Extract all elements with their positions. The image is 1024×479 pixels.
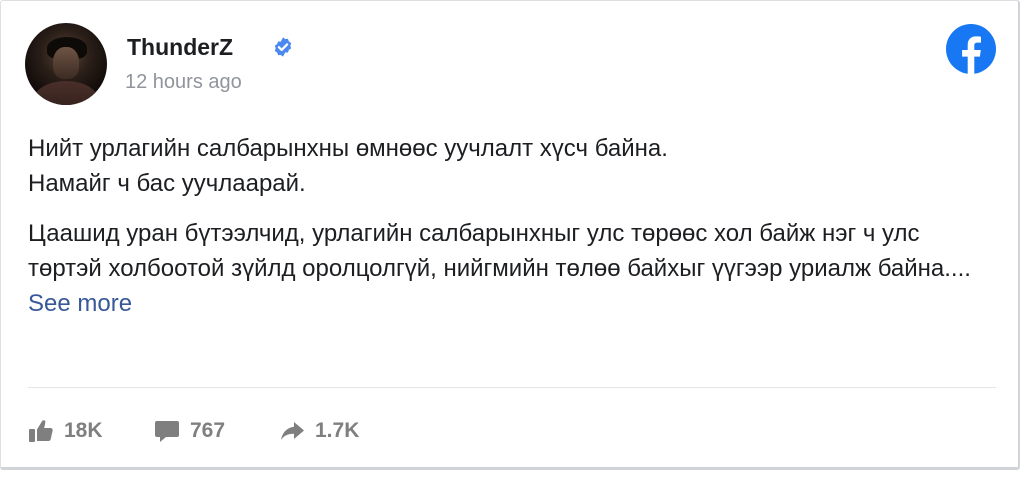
post-paragraph-1: Нийт урлагийн салбарынхны өмнөөс уучлалт…: [28, 131, 988, 201]
thumbs-up-icon: [29, 420, 53, 442]
likes-stat[interactable]: 18K: [28, 416, 103, 446]
post-line-1: Нийт урлагийн салбарынхны өмнөөс уучлалт…: [28, 135, 668, 162]
comments-stat[interactable]: 767: [154, 416, 225, 446]
avatar[interactable]: [25, 23, 107, 105]
comment-icon: [155, 421, 179, 442]
divider: [28, 387, 996, 388]
post-paragraph-2: Цаашид уран бүтээлчид, урлагийн салбарын…: [28, 216, 988, 321]
post-paragraph-2-text: Цаашид уран бүтээлчид, урлагийн салбарын…: [28, 220, 971, 282]
shares-count: 1.7K: [315, 419, 360, 442]
post-body: Нийт урлагийн салбарынхны өмнөөс уучлалт…: [28, 131, 988, 321]
facebook-logo-icon[interactable]: [946, 24, 996, 74]
post-card: ThunderZ 12 hours ago Нийт урлагийн салб…: [0, 0, 1020, 470]
post-line-2: Намайг ч бас уучлаарай.: [28, 170, 306, 197]
shares-stat[interactable]: 1.7K: [279, 416, 359, 446]
post-timestamp[interactable]: 12 hours ago: [125, 71, 242, 94]
see-more-link[interactable]: See more: [28, 290, 132, 317]
verified-badge-icon: [274, 37, 292, 57]
comments-count: 767: [190, 419, 226, 442]
likes-count: 18K: [64, 419, 103, 442]
author-name[interactable]: ThunderZ: [127, 34, 233, 61]
share-arrow-icon: [281, 422, 304, 440]
